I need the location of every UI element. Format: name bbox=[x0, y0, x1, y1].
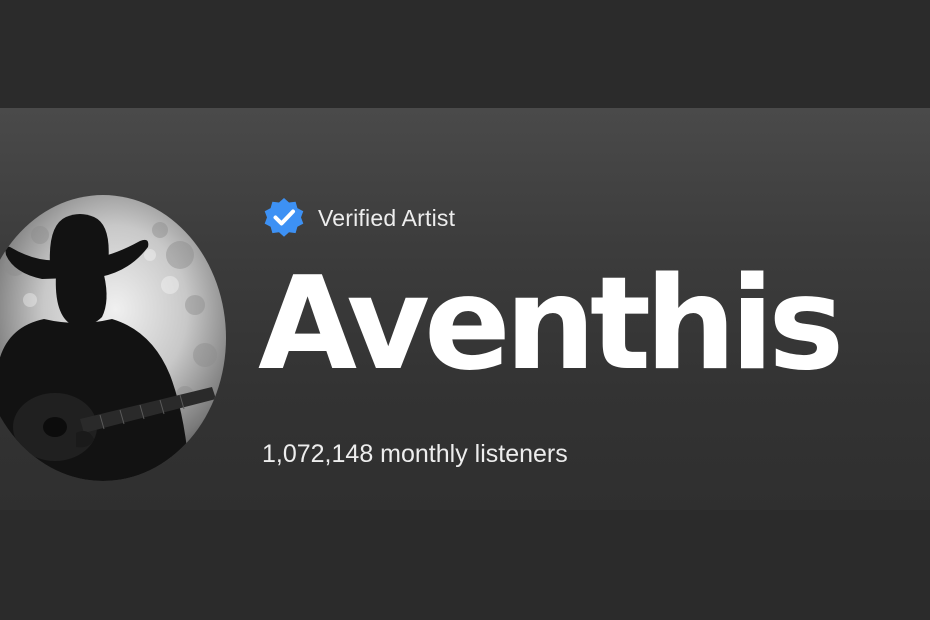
verified-artist-badge: Verified Artist bbox=[262, 196, 455, 240]
artist-name-title: Aventhis bbox=[258, 250, 844, 399]
bottom-backdrop bbox=[0, 510, 930, 620]
verified-artist-label: Verified Artist bbox=[318, 204, 456, 231]
verified-check-badge-icon bbox=[264, 198, 304, 237]
top-backdrop bbox=[0, 0, 930, 108]
monthly-listeners-count: 1,072,148 monthly listeners bbox=[262, 440, 568, 468]
